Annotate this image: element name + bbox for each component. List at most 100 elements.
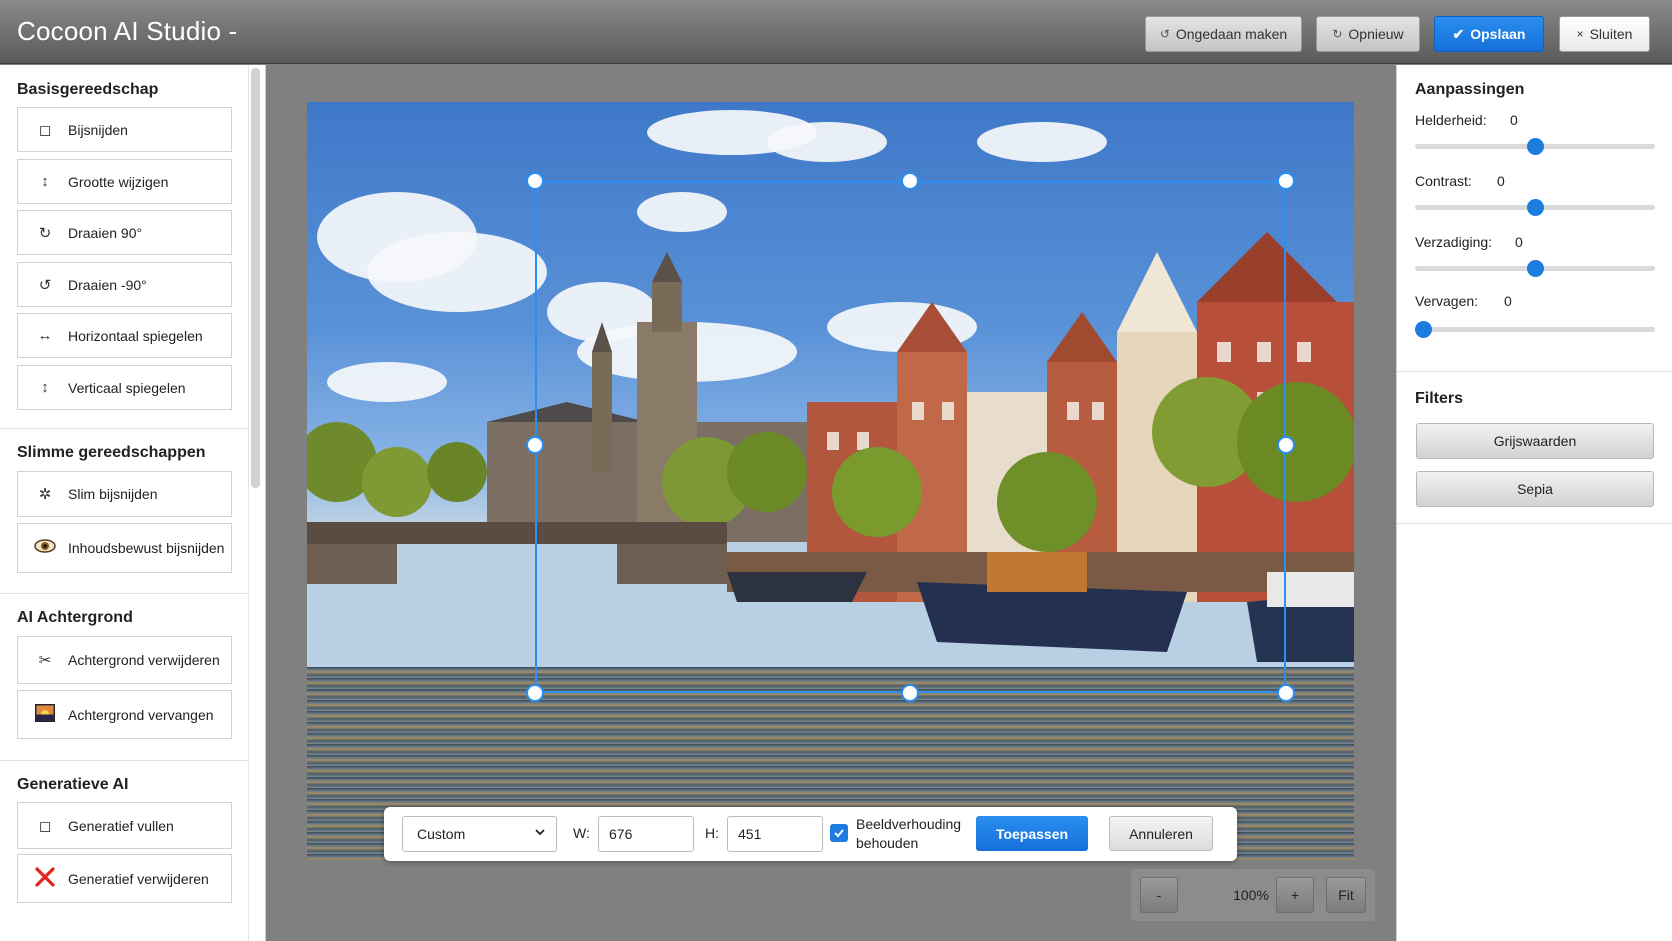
tool-label: Bijsnijden [68,121,128,138]
zoom-controls: - 100% + Fit [1131,869,1375,921]
close-button[interactable]: × Sluiten [1559,16,1650,52]
section-title-generative-ai: Generatieve AI [17,776,129,793]
tool-resize[interactable]: ↕ Grootte wijzigen [17,159,232,204]
chevron-down-icon [534,826,546,841]
filter-sepia-button[interactable]: Sepia [1416,471,1654,507]
tool-generative-fill[interactable]: ◻ Generatief vullen [17,802,232,849]
crop-handle-right[interactable] [1277,436,1295,454]
tool-replace-background[interactable]: Achtergrond vervangen [17,690,232,739]
tools-sidebar: Basisgereedschap ◻ Bijsnijden ↕ Grootte … [0,65,266,941]
saturation-slider-thumb[interactable] [1526,260,1544,277]
tool-label: Inhoudsbewust bijsnijden [68,540,225,556]
filter-grayscale-button[interactable]: Grijswaarden [1416,423,1654,459]
brightness-slider-thumb[interactable] [1526,138,1544,155]
section-divider [0,428,248,429]
zoom-in-button[interactable]: + [1276,877,1314,913]
keep-ratio-label: Beeldverhouding behouden [856,816,962,851]
panel-divider [1397,523,1672,524]
blur-value: 0 [1504,293,1512,309]
crop-handle-top[interactable] [901,172,919,190]
undo-label: Ongedaan maken [1175,26,1288,42]
close-icon: × [1576,27,1584,41]
redo-label: Opnieuw [1348,26,1404,42]
blur-slider[interactable] [1415,327,1655,332]
tool-label: Draaien -90° [68,276,147,293]
section-title-smart-tools: Slimme gereedschappen [17,444,206,461]
app-title: Cocoon AI Studio - [17,16,238,46]
tool-remove-background[interactable]: ✂ Achtergrond verwijderen [17,636,232,684]
crop-selection[interactable] [535,181,1286,693]
redo-icon: ↻ [1332,27,1343,41]
aspect-ratio-value: Custom [417,826,466,842]
blur-slider-thumb[interactable] [1415,321,1432,338]
properties-panel: Aanpassingen Helderheid: 0 Contrast: 0 V… [1396,65,1672,941]
tool-content-aware-crop[interactable]: Inhoudsbewust bijsnijden [17,523,232,573]
sidebar-scrollbar[interactable] [251,68,260,488]
contrast-slider-thumb[interactable] [1526,199,1544,216]
fill-icon: ◻ [38,817,52,835]
contrast-value: 0 [1497,173,1505,189]
keep-ratio-checkbox[interactable] [830,824,848,842]
tool-label: Horizontaal spiegelen [68,327,203,344]
width-input[interactable]: 676 [598,816,694,852]
sparkle-icon: ✲ [38,486,52,503]
adjustments-title: Aanpassingen [1415,81,1525,98]
tool-label: Generatief verwijderen [68,870,209,887]
tool-rotate-ccw[interactable]: ↺ Draaien -90° [17,262,232,307]
title-bar: Cocoon AI Studio - ↺ Ongedaan maken ↻ Op… [0,0,1672,64]
width-label: W: [573,825,590,841]
filters-title: Filters [1415,390,1464,407]
cancel-button[interactable]: Annuleren [1109,816,1213,851]
aspect-ratio-select[interactable]: Custom [402,816,557,852]
zoom-out-button[interactable]: - [1140,877,1178,913]
tool-label: Verticaal spiegelen [68,379,186,396]
saturation-label: Verzadiging: [1415,234,1493,250]
crop-handle-bottom[interactable] [901,684,919,702]
resize-icon: ↕ [41,173,49,190]
tool-flip-horizontal[interactable]: ↔ Horizontaal spiegelen [17,313,232,358]
tool-label: Achtergrond vervangen [68,706,214,723]
flip-horizontal-icon: ↔ [37,327,53,344]
section-divider [0,760,248,761]
undo-icon: ↺ [1159,27,1170,41]
eye-icon [32,539,58,557]
height-input[interactable]: 451 [727,816,823,852]
panel-divider [1397,371,1672,372]
contrast-label: Contrast: [1415,173,1472,189]
scissors-icon: ✂ [38,652,52,669]
checkmark-icon: ✔ [1452,25,1465,42]
tool-smart-crop[interactable]: ✲ Slim bijsnijden [17,471,232,517]
section-divider [0,593,248,594]
crop-toolbar: Custom W: 676 H: 451 Beeldverhouding beh… [384,807,1237,861]
tool-label: Grootte wijzigen [68,173,169,190]
crop-handle-bottom-right[interactable] [1277,684,1295,702]
brightness-value: 0 [1510,112,1518,128]
delete-x-icon [32,866,58,892]
save-button[interactable]: ✔ Opslaan [1434,16,1544,52]
crop-handle-top-right[interactable] [1277,172,1295,190]
tool-label: Generatief vullen [68,817,174,834]
section-title-ai-background: AI Achtergrond [17,609,133,626]
rotate-ccw-icon: ↺ [38,276,52,294]
tool-label: Achtergrond verwijderen [68,652,220,668]
blur-label: Vervagen: [1415,293,1479,309]
tool-label: Slim bijsnijden [68,486,158,502]
crop-icon: ◻ [38,121,52,139]
redo-button[interactable]: ↻ Opnieuw [1316,16,1420,52]
scrollbar-track [248,65,249,941]
tool-rotate-cw[interactable]: ↻ Draaien 90° [17,210,232,255]
crop-handle-bottom-left[interactable] [526,684,544,702]
flip-vertical-icon: ↕ [41,379,49,396]
apply-button[interactable]: Toepassen [976,816,1088,851]
rotate-cw-icon: ↻ [38,224,52,242]
section-title-basic-tools: Basisgereedschap [17,81,159,98]
zoom-fit-button[interactable]: Fit [1326,877,1366,913]
saturation-value: 0 [1515,234,1523,250]
height-label: H: [705,825,719,841]
tool-flip-vertical[interactable]: ↕ Verticaal spiegelen [17,365,232,410]
tool-crop[interactable]: ◻ Bijsnijden [17,107,232,152]
crop-handle-left[interactable] [526,436,544,454]
tool-generative-remove[interactable]: Generatief verwijderen [17,854,232,903]
undo-button[interactable]: ↺ Ongedaan maken [1145,16,1302,52]
crop-handle-top-left[interactable] [526,172,544,190]
